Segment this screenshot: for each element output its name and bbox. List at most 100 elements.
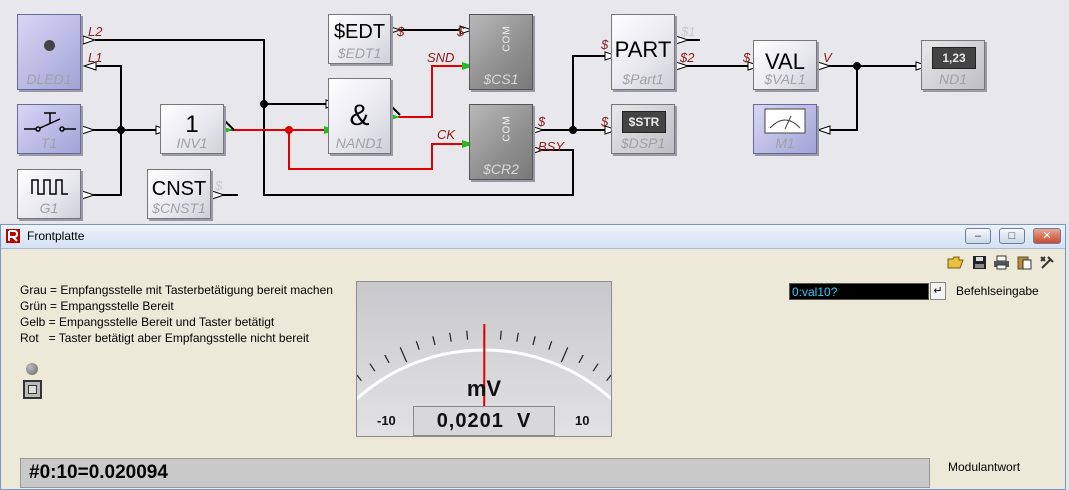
meter-tick	[466, 330, 469, 340]
block-name: NAND1	[335, 135, 384, 151]
paste-icon[interactable]	[1016, 254, 1033, 271]
open-folder-icon[interactable]	[947, 254, 964, 271]
meter-tick	[369, 363, 376, 372]
print-icon[interactable]	[993, 254, 1010, 271]
push-button-icon	[24, 112, 76, 132]
app-logo-icon	[6, 229, 20, 243]
block-name: G1	[39, 200, 59, 216]
edit-block[interactable]: $EDT $EDT1	[328, 14, 391, 64]
legend-line: Gelb = Empangsstelle Bereit und Taster b…	[20, 315, 275, 329]
command-input[interactable]: 0:val10?	[789, 283, 929, 300]
push-button[interactable]	[23, 380, 42, 399]
block-symbol: CNST	[151, 178, 207, 200]
port-label: L2	[88, 24, 103, 39]
block-name: DLED1	[26, 71, 72, 87]
port-label: $	[601, 37, 609, 52]
meter-unit: mV	[466, 376, 502, 401]
save-icon[interactable]	[971, 254, 988, 271]
meter-tick	[592, 363, 599, 372]
legend-line: Rot = Taster betätigt aber Empfangsstell…	[20, 331, 309, 345]
meter-min-label: -10	[377, 413, 396, 428]
string-display-block[interactable]: $STR $DSP1	[611, 104, 675, 154]
pulse-wave-icon	[31, 179, 68, 195]
port-label: SND	[427, 50, 455, 65]
close-button[interactable]: ✕	[1033, 228, 1061, 244]
meter-max-label: 10	[575, 413, 590, 428]
port-label: V	[823, 50, 832, 65]
block-name: $CS1	[483, 71, 519, 87]
block-name: M1	[775, 135, 795, 151]
port-label: $	[457, 24, 465, 39]
block-symbol: $EDT	[333, 21, 386, 43]
port-label: $	[601, 114, 609, 129]
meter-block[interactable]: M1	[753, 104, 817, 154]
push-button-face	[28, 385, 37, 394]
dled-block[interactable]: DLED1	[17, 14, 81, 90]
status-legend: Grau = Empfangsstelle mit Tasterbetätigu…	[20, 282, 333, 346]
junction	[117, 126, 125, 134]
legend-line: Grün = Empangsstelle Bereit	[20, 299, 174, 313]
block-name: $VAL1	[764, 71, 806, 87]
nand-block[interactable]: & NAND1	[328, 78, 391, 154]
meter-tick	[432, 336, 436, 346]
part-block[interactable]: PART $Part1	[611, 14, 675, 90]
meter-tick	[516, 332, 519, 342]
port-label: $	[743, 50, 751, 65]
port-label: $	[215, 178, 223, 193]
meter-tick	[532, 336, 536, 346]
constant-block[interactable]: CNST $CNST1	[147, 169, 211, 219]
junction-active	[285, 126, 293, 134]
generator-block[interactable]: G1	[17, 169, 81, 219]
enter-button[interactable]: ↵	[930, 282, 946, 300]
port-label: $1	[681, 24, 696, 39]
meter-tick	[449, 332, 452, 342]
meter-readout: 0,0201 V	[413, 406, 555, 436]
inverter-block[interactable]: 1 INV1	[160, 104, 224, 154]
maximize-button[interactable]: □	[999, 228, 1025, 244]
port-label: $	[397, 24, 405, 39]
front-panel-window: Frontplatte – □ ✕ Grau = Empfangsstelle …	[0, 224, 1066, 490]
numeric-display-block[interactable]: 1,23 ND1	[921, 40, 985, 90]
minimize-button[interactable]: –	[965, 228, 991, 244]
response-output: #0:10=0.020094	[20, 458, 930, 488]
command-label: Befehlseingabe	[956, 284, 1039, 298]
meter-tick	[548, 341, 553, 350]
junction	[853, 62, 861, 70]
response-label: Modulantwort	[948, 460, 1021, 474]
block-name: ND1	[938, 71, 967, 87]
button-block[interactable]: T1	[17, 104, 81, 154]
window-title: Frontplatte	[27, 229, 85, 243]
meter-tick	[415, 341, 420, 350]
port-label: $	[538, 114, 546, 129]
status-led-icon	[26, 363, 38, 375]
analog-meter: mV -10 10 0,0201 V	[330, 281, 638, 451]
block-name: $Part1	[622, 71, 664, 87]
com-receive-block[interactable]: COM $CR2	[469, 104, 533, 180]
block-name: $DSP1	[620, 135, 666, 151]
meter-tick	[560, 347, 569, 363]
circuit-diagram: DLED1 T1 G1 1 INV1 CNST $CNST1 $EDT $EDT…	[0, 0, 1069, 222]
port-label: L1	[88, 50, 103, 65]
meter-tick	[578, 354, 584, 364]
meter-tick	[399, 347, 408, 363]
display-screen: $STR	[622, 111, 666, 133]
junction	[260, 100, 268, 108]
led-icon	[44, 40, 55, 51]
com-send-block[interactable]: COM $CS1	[469, 14, 533, 90]
port-label: BSY	[538, 139, 565, 154]
block-name: $EDT1	[337, 45, 382, 61]
block-name: INV1	[176, 135, 208, 151]
value-block[interactable]: VAL $VAL1	[753, 40, 817, 90]
tools-icon[interactable]	[1039, 254, 1056, 271]
block-symbol: &	[349, 99, 370, 132]
port-label: $2	[680, 50, 695, 65]
title-bar[interactable]: Frontplatte – □ ✕	[1, 225, 1065, 249]
port-label: CK	[437, 127, 456, 142]
meter-tick	[499, 330, 502, 340]
display-screen: 1,23	[932, 47, 976, 69]
block-symbol: COM	[501, 115, 513, 142]
block-name: $CR2	[483, 161, 519, 177]
junction	[569, 126, 577, 134]
meter-tick	[384, 354, 390, 364]
gauge-icon	[764, 108, 806, 134]
